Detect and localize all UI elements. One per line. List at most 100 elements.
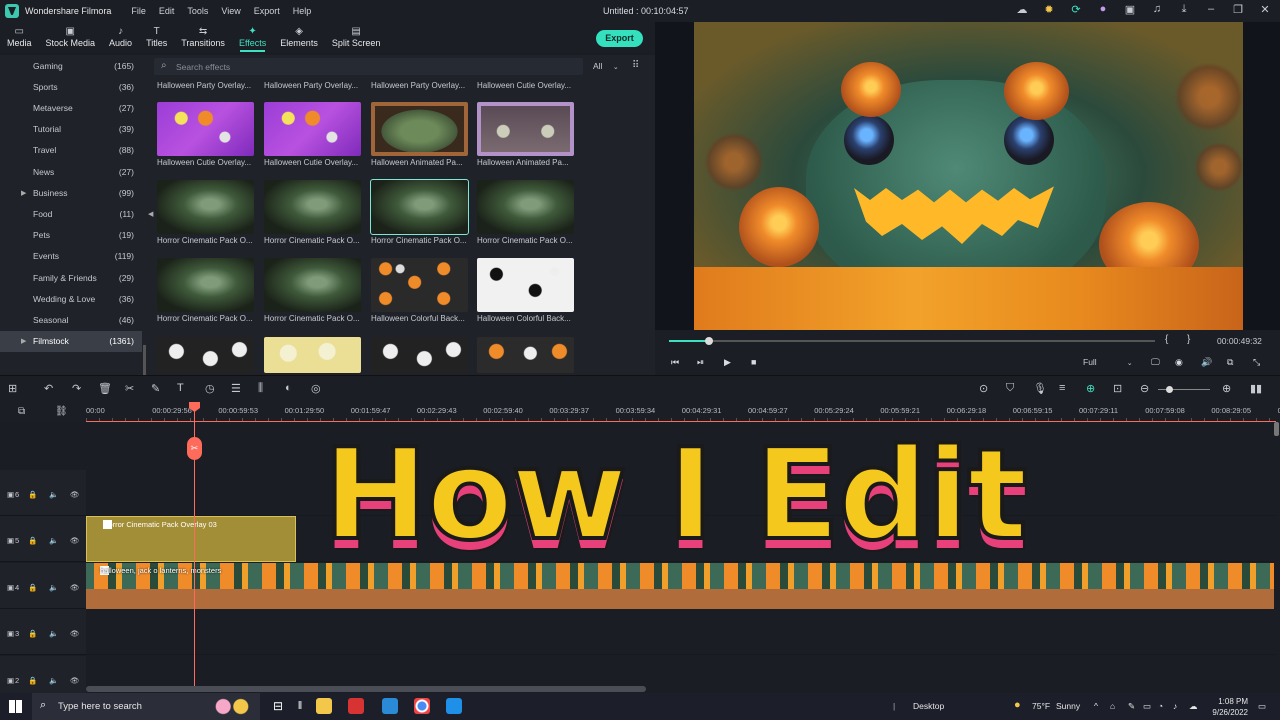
- render-icon[interactable]: ⊙: [979, 382, 988, 395]
- mute-icon[interactable]: 🔈: [49, 583, 58, 592]
- fullscreen-icon[interactable]: ⤡: [1253, 357, 1260, 368]
- menu-file[interactable]: File: [131, 6, 146, 16]
- wifi-icon[interactable]: ◔: [1158, 701, 1163, 711]
- widgets-icon[interactable]: ‖: [292, 698, 308, 714]
- layout-icon[interactable]: ⊞: [8, 382, 17, 395]
- effect-thumbnail[interactable]: [371, 102, 468, 156]
- cloud-icon[interactable]: ☁: [1189, 701, 1198, 712]
- mute-icon[interactable]: 🔈: [49, 676, 58, 685]
- undo-icon[interactable]: ↶: [44, 382, 53, 395]
- cut-icon[interactable]: ✂: [125, 382, 134, 395]
- headphones-icon[interactable]: ♫: [1150, 3, 1164, 16]
- zoom-in-icon[interactable]: ⊕: [1222, 382, 1231, 395]
- tab-elements[interactable]: ◈ Elements: [273, 22, 325, 52]
- sync-icon[interactable]: ⟳: [1069, 3, 1083, 16]
- tab-split-screen[interactable]: ▤ Split Screen: [325, 22, 388, 52]
- collapse-sidebar-icon[interactable]: ◀: [148, 210, 153, 218]
- effect-thumbnail[interactable]: [157, 258, 254, 312]
- minimize-icon[interactable]: –: [1204, 3, 1218, 16]
- effect-thumbnail[interactable]: [157, 102, 254, 156]
- clock[interactable]: 1:08 PM 9/26/2022: [1204, 696, 1248, 718]
- add-track-icon[interactable]: ⧉: [18, 406, 25, 417]
- effect-thumbnail[interactable]: [370, 179, 469, 235]
- vertical-scrollbar[interactable]: [1274, 422, 1279, 436]
- mute-icon[interactable]: 🔈: [49, 536, 58, 545]
- effect-thumbnail[interactable]: [264, 180, 361, 234]
- chrome-icon[interactable]: [414, 698, 430, 714]
- play-pause-icon[interactable]: ⏯: [697, 357, 704, 368]
- volume-icon[interactable]: 🔊: [1201, 357, 1212, 368]
- network-icon[interactable]: ⌂: [1110, 701, 1115, 711]
- pip-icon[interactable]: ⧉: [1227, 357, 1233, 368]
- expand-arrow-icon[interactable]: ▶: [21, 189, 26, 197]
- chevron-up-icon[interactable]: ^: [1094, 701, 1098, 711]
- zoom-knob[interactable]: [1166, 386, 1173, 393]
- sidebar-item-tutorial[interactable]: Tutorial (39): [0, 119, 142, 140]
- link-icon[interactable]: ⛓: [55, 406, 68, 417]
- effect-thumbnail[interactable]: [157, 180, 254, 234]
- mute-icon[interactable]: 🔈: [49, 629, 58, 638]
- menu-export[interactable]: Export: [254, 6, 280, 16]
- eye-icon[interactable]: 👁: [70, 676, 80, 685]
- battery-icon[interactable]: ▭: [1143, 701, 1151, 712]
- track-lane[interactable]: [86, 609, 1276, 655]
- horizontal-scrollbar[interactable]: [86, 686, 646, 692]
- lock-icon[interactable]: 🔒: [28, 629, 37, 638]
- fit-icon[interactable]: ⊡: [1113, 382, 1122, 395]
- snap-icon[interactable]: ⊕: [1086, 382, 1095, 395]
- zoom-out-icon[interactable]: ⊖: [1140, 382, 1149, 395]
- weather-desc[interactable]: Sunny: [1056, 701, 1080, 711]
- sidebar-item-sports[interactable]: Sports (36): [0, 76, 142, 97]
- effect-clip[interactable]: ★ Horror Cinematic Pack Overlay 03: [86, 516, 296, 562]
- eye-icon[interactable]: 👁: [70, 536, 80, 545]
- mark-out-icon[interactable]: }: [1187, 334, 1190, 345]
- maximize-icon[interactable]: ❐: [1231, 3, 1245, 16]
- avatar-icon[interactable]: ●: [1096, 3, 1110, 16]
- filter-dropdown[interactable]: All ⌄: [588, 58, 624, 75]
- adjust-icon[interactable]: ☰: [231, 382, 241, 395]
- monitor-icon[interactable]: 🖵: [1151, 357, 1160, 368]
- close-icon[interactable]: ✕: [1258, 3, 1272, 16]
- sidebar-item-gaming[interactable]: Gaming (165): [0, 55, 142, 76]
- eye-icon[interactable]: 👁: [70, 490, 80, 499]
- sidebar-item-events[interactable]: Events (119): [0, 246, 142, 267]
- effect-thumbnail[interactable]: [477, 258, 574, 312]
- sidebar-item-business[interactable]: ▶ Business (99): [0, 182, 142, 203]
- effect-thumbnail[interactable]: [477, 337, 574, 373]
- mute-icon[interactable]: 🔈: [49, 490, 58, 499]
- sidebar-item-food[interactable]: Food (11): [0, 203, 142, 224]
- effect-thumbnail[interactable]: [264, 258, 361, 312]
- effect-thumbnail[interactable]: [157, 337, 254, 373]
- sidebar-item-filmstock[interactable]: ▶ Filmstock (1361): [0, 330, 142, 352]
- cloud-icon[interactable]: ☁: [1015, 3, 1029, 16]
- sidebar-item-news[interactable]: News (27): [0, 161, 142, 182]
- lightbulb-icon[interactable]: ✹: [1042, 3, 1056, 16]
- effect-thumbnail[interactable]: [264, 102, 361, 156]
- quality-dropdown[interactable]: Full ⌄: [1083, 357, 1133, 367]
- effect-thumbnail[interactable]: [477, 180, 574, 234]
- delete-icon[interactable]: 🗑: [98, 382, 112, 395]
- expand-arrow-icon[interactable]: ▶: [21, 337, 26, 345]
- pen-icon[interactable]: ✎: [1128, 701, 1135, 712]
- tab-transitions[interactable]: ⇆ Transitions: [174, 22, 232, 52]
- taskbar-search[interactable]: ⌕ Type here to search: [32, 693, 260, 720]
- eye-icon[interactable]: 👁: [70, 583, 80, 592]
- grid-view-icon[interactable]: ⠿: [632, 60, 639, 71]
- stop-icon[interactable]: ■: [751, 357, 756, 367]
- color-icon[interactable]: ◐: [285, 382, 292, 394]
- mark-in-icon[interactable]: {: [1165, 334, 1168, 345]
- sidebar-item-wedding-love[interactable]: Wedding & Love (36): [0, 288, 142, 309]
- windows-start-icon[interactable]: [9, 700, 22, 713]
- speed-icon[interactable]: ◷: [205, 382, 215, 395]
- effect-thumbnail[interactable]: [264, 337, 361, 373]
- edit-icon[interactable]: ✎: [151, 382, 160, 395]
- panel-toggle-icon[interactable]: ▮▮: [1250, 382, 1262, 395]
- mic-icon[interactable]: 🎙: [1033, 382, 1047, 395]
- tab-stock-media[interactable]: ▣ Stock Media: [39, 22, 103, 52]
- tab-effects[interactable]: ✦ Effects: [232, 22, 273, 52]
- export-button[interactable]: Export: [596, 30, 643, 47]
- tab-media[interactable]: ▭ Media: [0, 22, 39, 52]
- filmora-taskbar-icon[interactable]: [382, 698, 398, 714]
- sidebar-item-metaverse[interactable]: Metaverse (27): [0, 97, 142, 118]
- effect-thumbnail[interactable]: [477, 102, 574, 156]
